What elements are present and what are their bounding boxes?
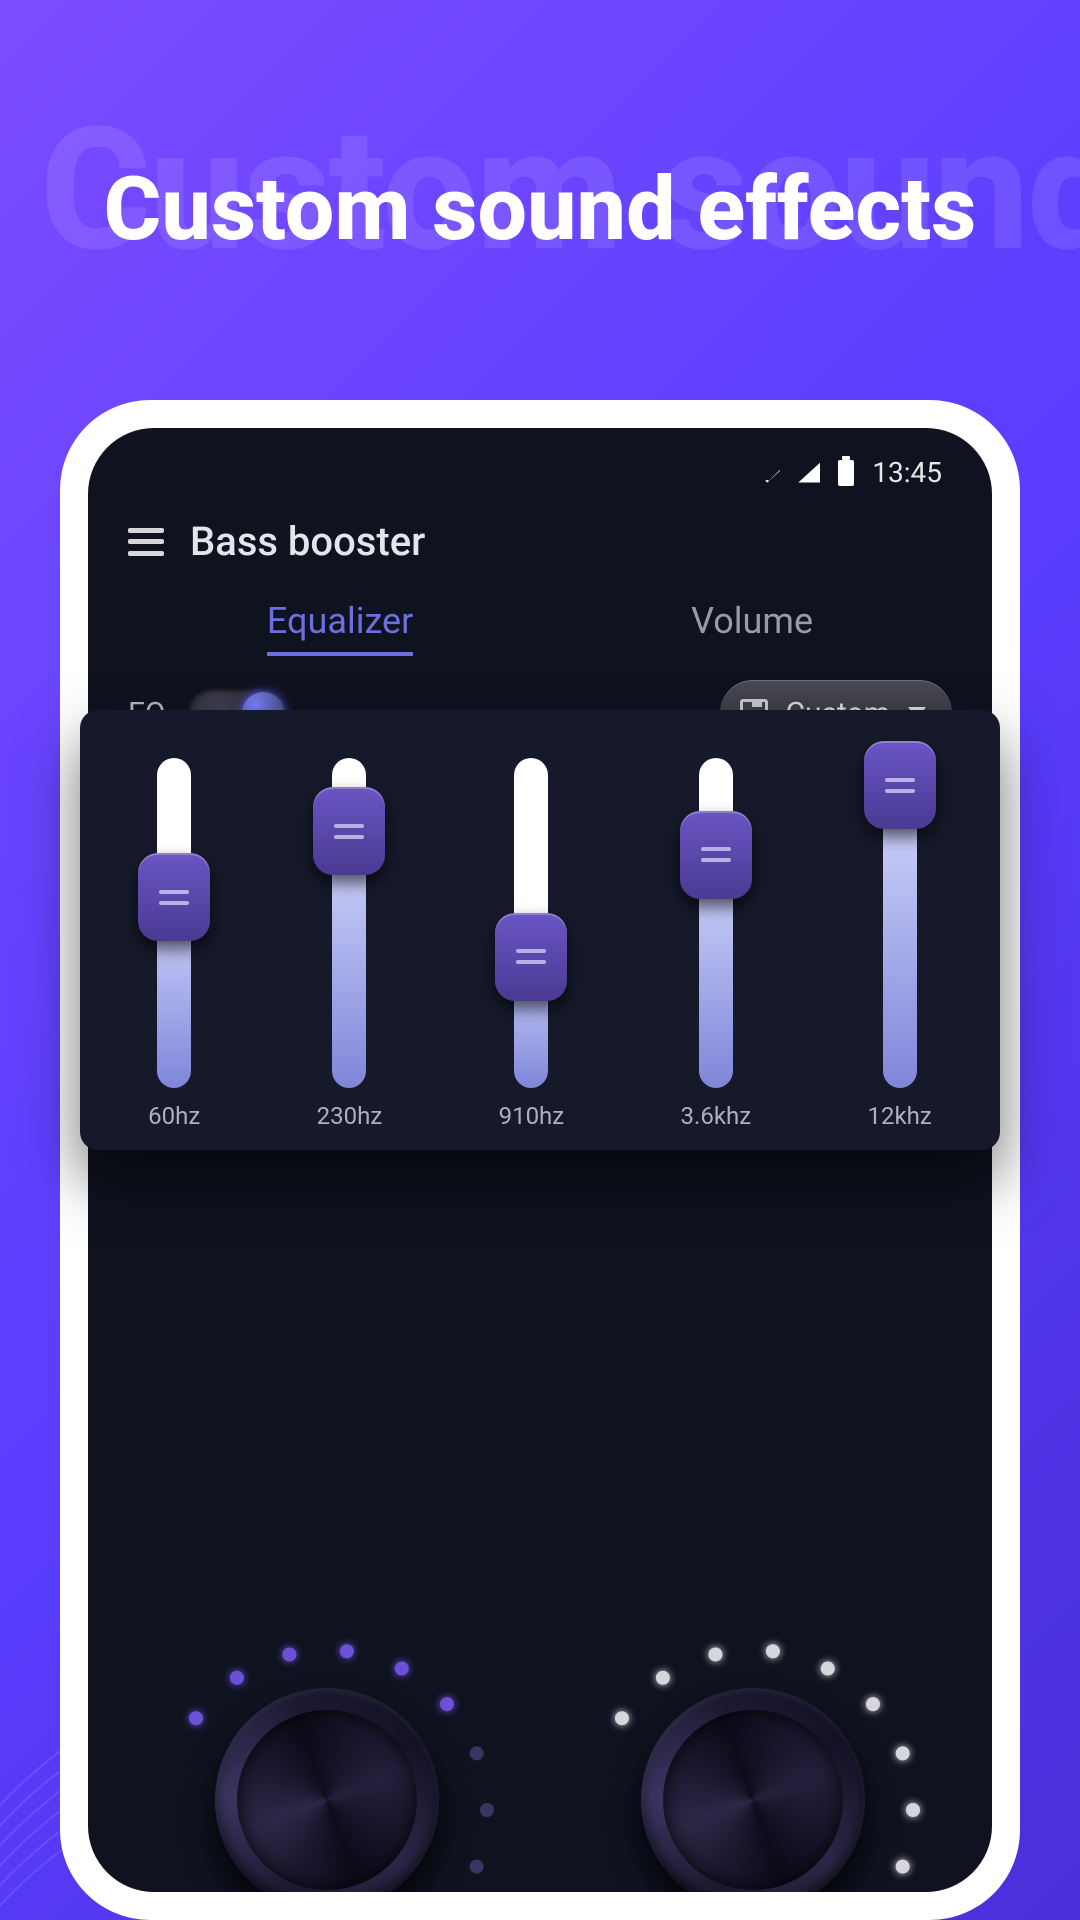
eq-band-1: 230hz bbox=[317, 758, 383, 1130]
status-time: 13:45 bbox=[872, 456, 942, 489]
eq-band-label: 910hz bbox=[499, 1102, 565, 1130]
equalizer-card: 60hz 230hz 910hz 3.6khz 12khz bbox=[80, 710, 1000, 1150]
tab-equalizer[interactable]: Equalizer bbox=[267, 600, 413, 656]
eq-band-3: 3.6khz bbox=[681, 758, 752, 1130]
bass-knob-wrap: – + Bass bbox=[117, 1620, 537, 1892]
eq-slider-4[interactable] bbox=[883, 758, 917, 1088]
eq-slider-1[interactable] bbox=[332, 758, 366, 1088]
eq-band-4: 12khz bbox=[868, 758, 932, 1130]
app-title: Bass booster bbox=[190, 518, 425, 565]
wifi-icon bbox=[754, 463, 780, 483]
battery-icon bbox=[838, 460, 854, 486]
eq-band-label: 60hz bbox=[148, 1102, 200, 1130]
eq-slider-thumb[interactable] bbox=[495, 913, 567, 1001]
eq-slider-thumb[interactable] bbox=[680, 811, 752, 899]
status-bar: 13:45 bbox=[754, 456, 942, 489]
eq-band-label: 12khz bbox=[868, 1102, 932, 1130]
phone-frame: 13:45 Bass booster Equalizer Volume EQ bbox=[60, 400, 1020, 1920]
eq-band-2: 910hz bbox=[499, 758, 565, 1130]
hero-title: Custom sound effects bbox=[0, 158, 1080, 261]
eq-band-label: 3.6khz bbox=[681, 1102, 752, 1130]
promo-page: Custom sound eff Custom sound effects 13… bbox=[0, 0, 1080, 1920]
eq-slider-thumb[interactable] bbox=[138, 853, 210, 941]
app-screen: 13:45 Bass booster Equalizer Volume EQ bbox=[88, 428, 992, 1892]
knob-row: – + Bass – + Virtualizer bbox=[88, 1620, 992, 1892]
eq-band-0: 60hz bbox=[148, 758, 200, 1130]
eq-slider-thumb[interactable] bbox=[864, 741, 936, 829]
eq-slider-2[interactable] bbox=[514, 758, 548, 1088]
tab-bar: Equalizer Volume bbox=[88, 600, 992, 656]
tab-volume[interactable]: Volume bbox=[691, 600, 813, 656]
eq-band-label: 230hz bbox=[317, 1102, 383, 1130]
menu-icon[interactable] bbox=[128, 528, 164, 556]
virtualizer-knob-wrap: – + Virtualizer bbox=[543, 1620, 963, 1892]
eq-slider-3[interactable] bbox=[699, 758, 733, 1088]
eq-slider-thumb[interactable] bbox=[313, 787, 385, 875]
eq-slider-0[interactable] bbox=[157, 758, 191, 1088]
signal-icon bbox=[798, 463, 820, 483]
app-bar: Bass booster bbox=[128, 518, 425, 565]
